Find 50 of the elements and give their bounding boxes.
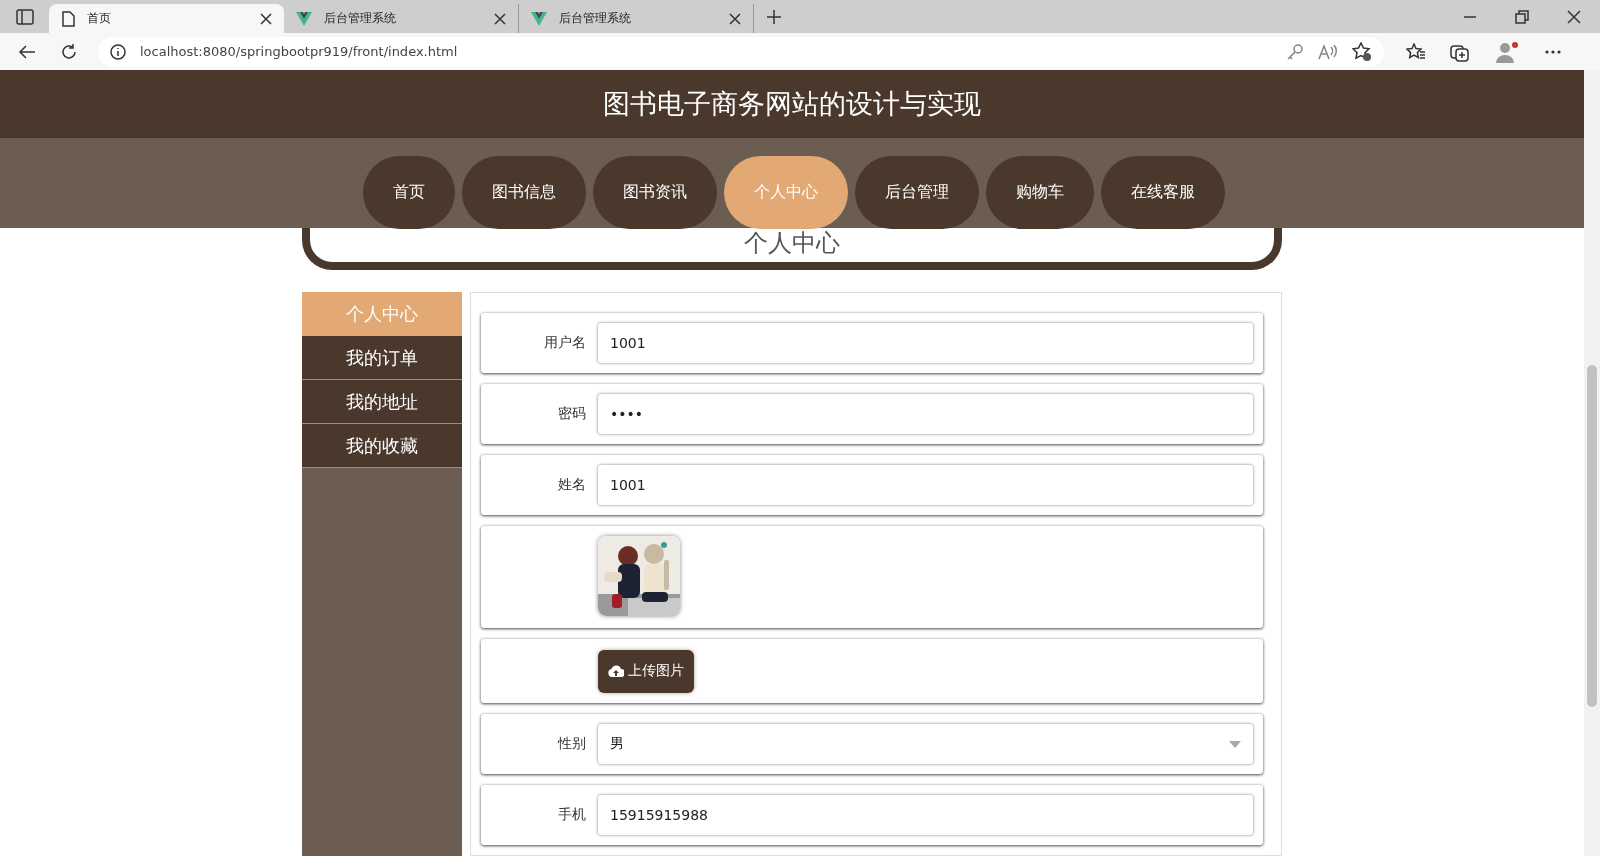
close-icon[interactable] bbox=[1567, 9, 1581, 24]
site-title: 图书电子商务网站的设计与实现 bbox=[603, 87, 981, 121]
url-text: localhost:8080/springbootpr919/front/index.html bbox=[140, 44, 458, 59]
read-aloud-icon[interactable] bbox=[1318, 42, 1338, 61]
favorites-icon[interactable] bbox=[1406, 42, 1426, 61]
upload-button[interactable]: 上传图片 bbox=[598, 649, 694, 693]
close-icon[interactable] bbox=[260, 12, 272, 25]
v-logo-icon[interactable] bbox=[531, 11, 547, 26]
scrollbar-thumb[interactable] bbox=[1587, 365, 1597, 707]
nav-item[interactable]: 图书信息 bbox=[462, 156, 586, 229]
nav-item[interactable]: 首页 bbox=[363, 156, 455, 229]
field-label: 密码 bbox=[558, 405, 586, 421]
sidebar-item[interactable]: 我的收藏 bbox=[302, 424, 462, 468]
input-field[interactable]: •••• bbox=[598, 394, 1253, 434]
reload-icon[interactable] bbox=[60, 42, 78, 61]
page-icon[interactable] bbox=[61, 10, 75, 27]
field-label: 用户名 bbox=[544, 334, 586, 350]
field-label: 手机 bbox=[558, 806, 586, 822]
nav-item[interactable]: 图书资讯 bbox=[593, 156, 717, 229]
cloud-upload-icon[interactable] bbox=[608, 665, 624, 677]
add-favorite-icon[interactable] bbox=[1352, 41, 1372, 62]
tab-title: 后台管理系统 bbox=[324, 10, 397, 27]
input-field[interactable]: 1001 bbox=[598, 323, 1253, 363]
scrollbar[interactable] bbox=[1584, 70, 1600, 856]
browser-tab[interactable]: 首页 bbox=[49, 4, 284, 33]
new-tab-icon[interactable] bbox=[766, 8, 782, 25]
close-icon[interactable] bbox=[729, 12, 741, 25]
sidebar-toggle-icon[interactable] bbox=[16, 8, 34, 25]
sidebar-item[interactable]: 我的地址 bbox=[302, 380, 462, 424]
field-label: 性别 bbox=[558, 735, 586, 751]
close-icon[interactable] bbox=[494, 12, 506, 25]
more-icon[interactable] bbox=[1544, 48, 1562, 55]
select-field[interactable]: 男 bbox=[598, 724, 1253, 764]
input-field[interactable]: 15915915988 bbox=[598, 795, 1253, 835]
nav-item[interactable]: 在线客服 bbox=[1101, 156, 1225, 229]
key-icon[interactable] bbox=[1286, 42, 1304, 61]
tab-title: 后台管理系统 bbox=[559, 10, 632, 27]
input-field[interactable]: 1001 bbox=[598, 465, 1253, 505]
profile-avatar-icon[interactable] bbox=[1494, 40, 1520, 63]
tab-title: 首页 bbox=[87, 10, 112, 27]
address-bar[interactable]: localhost:8080/springbootpr919/front/index.html bbox=[98, 36, 1384, 67]
back-icon[interactable] bbox=[18, 43, 36, 60]
restore-icon[interactable] bbox=[1515, 9, 1529, 24]
field-label: 姓名 bbox=[558, 476, 586, 492]
nav-item[interactable]: 购物车 bbox=[986, 156, 1094, 229]
nav-item[interactable]: 后台管理 bbox=[855, 156, 979, 229]
sidebar-item[interactable]: 我的订单 bbox=[302, 336, 462, 380]
v-logo-icon[interactable] bbox=[296, 11, 312, 26]
info-icon[interactable] bbox=[110, 43, 126, 60]
page-heading: 个人中心 bbox=[744, 228, 840, 258]
